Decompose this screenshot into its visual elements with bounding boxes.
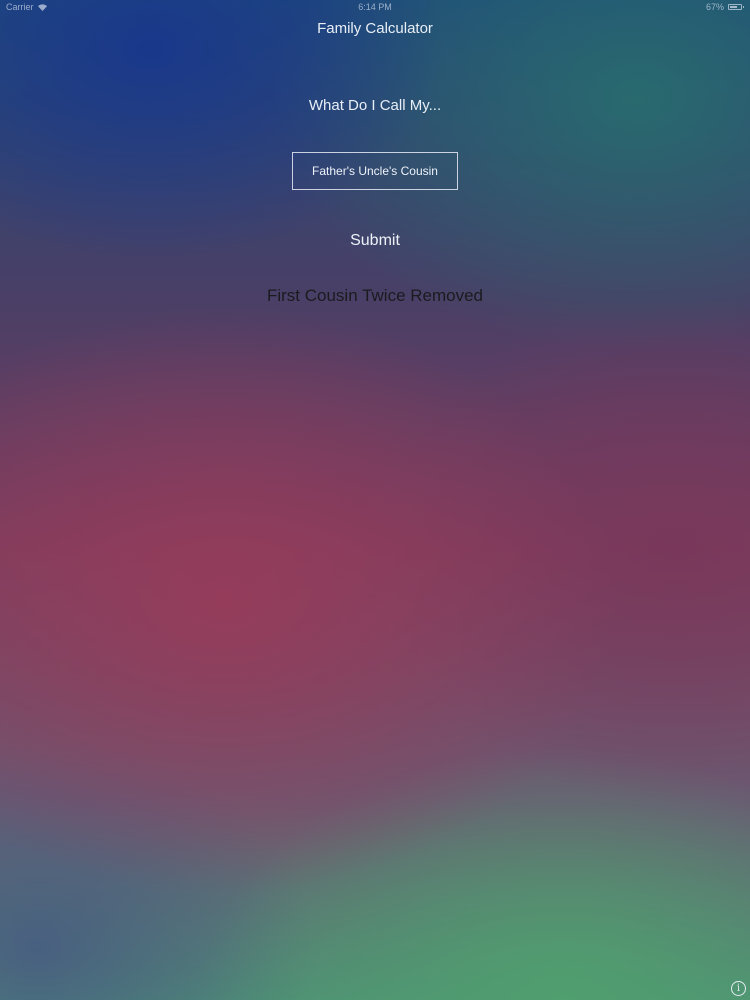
battery-fill [730, 6, 737, 8]
question-label: What Do I Call My... [308, 97, 442, 114]
status-right: 67% [705, 2, 744, 12]
status-time: 6:14 PM [358, 2, 392, 12]
app-title: Family Calculator [317, 20, 433, 37]
result-text: First Cousin Twice Removed [266, 286, 484, 305]
battery-percentage: 67% [705, 2, 724, 12]
info-icon[interactable]: i [731, 981, 746, 996]
relation-input[interactable] [292, 152, 458, 190]
battery-icon [728, 4, 744, 10]
submit-button[interactable]: Submit [325, 229, 425, 253]
status-bar: Carrier 6:14 PM 67% [0, 0, 750, 14]
